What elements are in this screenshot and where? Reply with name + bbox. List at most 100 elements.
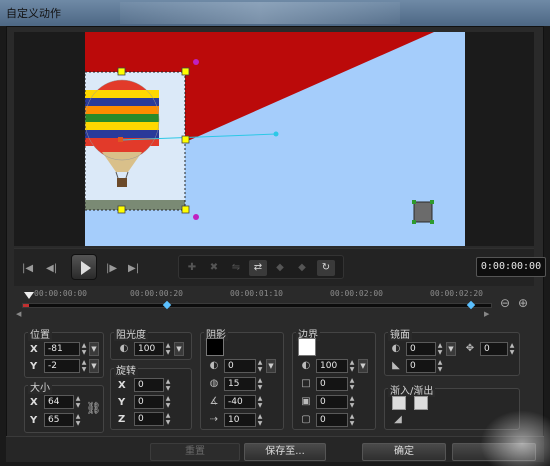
border-blur-icon: ▣ bbox=[301, 396, 311, 407]
spinner-arrows-icon[interactable]: ▲ ▼ bbox=[164, 395, 172, 409]
spinner-arrows-icon[interactable]: ▲ ▼ bbox=[80, 342, 88, 356]
preview-canvas bbox=[84, 32, 465, 246]
spinner-arrows-icon[interactable]: ▲ ▼ bbox=[348, 395, 356, 409]
target-placeholder[interactable] bbox=[413, 201, 433, 223]
rotation-y-input[interactable]: 0 bbox=[134, 395, 164, 409]
add-keyframe-icon[interactable]: ✚ bbox=[183, 260, 201, 276]
resize-handle-bottom-right[interactable] bbox=[181, 205, 190, 214]
size-x-input[interactable]: 64 bbox=[44, 395, 74, 409]
dropdown-icon[interactable]: ▼ bbox=[89, 359, 99, 373]
spinner-arrows-icon[interactable]: ▲ ▼ bbox=[74, 395, 82, 409]
save-to-button[interactable]: 保存至... bbox=[244, 443, 326, 461]
timeline-track[interactable] bbox=[22, 303, 492, 308]
border-value-4[interactable]: 0 bbox=[316, 413, 348, 427]
tick-label: 00:00:00:20 bbox=[130, 289, 183, 298]
go-to-end-icon[interactable]: ▶| bbox=[128, 260, 139, 276]
spinner-arrows-icon[interactable]: ▲ ▼ bbox=[80, 359, 88, 373]
dropdown-icon[interactable]: ▼ bbox=[174, 342, 184, 356]
size-y-input[interactable]: 65 bbox=[44, 413, 74, 427]
resize-handle-top[interactable] bbox=[117, 67, 126, 76]
fade-in-icon[interactable] bbox=[392, 396, 406, 410]
target-handle[interactable] bbox=[430, 200, 434, 204]
spinner-arrows-icon[interactable]: ▲ ▼ bbox=[436, 342, 444, 356]
anchor-point[interactable] bbox=[118, 137, 123, 142]
spinner-arrows-icon[interactable]: ▲ ▼ bbox=[164, 412, 172, 426]
playback-bar: |◀ ◀| |▶ ▶| ✚ ✖ ⇋ ⇄ ◆ ◆ ↻ 0:00:00:00 bbox=[14, 248, 546, 286]
mirror-label: 镜面 bbox=[388, 326, 412, 341]
target-handle[interactable] bbox=[412, 200, 416, 204]
shadow-value-2[interactable]: 15 bbox=[224, 377, 256, 391]
timeline[interactable]: 00:00:00:00 00:00:00:20 00:00:01:10 00:0… bbox=[14, 288, 534, 318]
next-keyframe-icon[interactable]: ◆ bbox=[293, 260, 311, 276]
title-bar: 自定义动作 bbox=[0, 0, 550, 26]
rotate-handle-bottom[interactable] bbox=[193, 214, 199, 220]
scroll-left-icon[interactable]: ◀ bbox=[16, 310, 21, 318]
resize-handle-right[interactable] bbox=[181, 135, 190, 144]
dropdown-icon[interactable]: ▼ bbox=[89, 342, 99, 356]
border-value-2[interactable]: 0 bbox=[316, 377, 348, 391]
border-color-swatch[interactable] bbox=[298, 338, 316, 356]
fade-in-slider-icon[interactable]: ◢ bbox=[392, 414, 404, 426]
dropdown-icon[interactable]: ▼ bbox=[446, 342, 456, 356]
spinner-arrows-icon[interactable]: ▲ ▼ bbox=[164, 342, 172, 356]
resize-handle-top-right[interactable] bbox=[181, 67, 190, 76]
loop-icon[interactable]: ↻ bbox=[317, 260, 335, 276]
target-handle[interactable] bbox=[412, 220, 416, 224]
rotate-handle-top[interactable] bbox=[193, 59, 199, 65]
delete-keyframe-icon[interactable]: ✖ bbox=[205, 260, 223, 276]
mirror-value-3[interactable]: 0 bbox=[480, 342, 508, 356]
shadow-opacity-icon: ◐ bbox=[209, 360, 219, 371]
spinner-arrows-icon[interactable]: ▲ ▼ bbox=[164, 378, 172, 392]
shadow-value-3[interactable]: -40 bbox=[224, 395, 256, 409]
fade-out-icon[interactable] bbox=[414, 396, 428, 410]
play-button[interactable] bbox=[71, 254, 97, 280]
spinner-arrows-icon[interactable]: ▲ ▼ bbox=[348, 413, 356, 427]
mirror-value-2[interactable]: 0 bbox=[406, 359, 436, 373]
shadow-color-swatch[interactable] bbox=[206, 338, 224, 356]
border-value-1[interactable]: 100 bbox=[316, 359, 348, 373]
position-x-input[interactable]: -81 bbox=[44, 342, 80, 356]
mirror-fade-icon: ◣ bbox=[392, 360, 400, 371]
playhead[interactable] bbox=[24, 292, 34, 299]
mirror-value-1[interactable]: 0 bbox=[406, 342, 436, 356]
opacity-input[interactable]: 100 bbox=[134, 342, 164, 356]
border-value-3[interactable]: 0 bbox=[316, 395, 348, 409]
spinner-arrows-icon[interactable]: ▲ ▼ bbox=[256, 395, 264, 409]
prev-keyframe-icon[interactable]: ◆ bbox=[271, 260, 289, 276]
go-to-start-icon[interactable]: |◀ bbox=[22, 260, 33, 276]
spinner-arrows-icon[interactable]: ▲ ▼ bbox=[348, 359, 356, 373]
position-y-input[interactable]: -2 bbox=[44, 359, 80, 373]
shadow-value-4[interactable]: 10 bbox=[224, 413, 256, 427]
zoom-out-icon[interactable]: ⊖ bbox=[500, 296, 510, 310]
spinner-arrows-icon[interactable]: ▲ ▼ bbox=[348, 377, 356, 391]
dropdown-icon[interactable]: ▼ bbox=[358, 359, 368, 373]
spinner-arrows-icon[interactable]: ▲ ▼ bbox=[436, 359, 444, 373]
previous-frame-icon[interactable]: ◀| bbox=[46, 260, 57, 276]
spinner-arrows-icon[interactable]: ▲ ▼ bbox=[74, 413, 82, 427]
spinner-arrows-icon[interactable]: ▲ ▼ bbox=[256, 413, 264, 427]
ok-button[interactable]: 确定 bbox=[362, 443, 446, 461]
rotation-z-input[interactable]: 0 bbox=[134, 412, 164, 426]
spinner-arrows-icon[interactable]: ▲ ▼ bbox=[256, 377, 264, 391]
shadow-value-1[interactable]: 0 bbox=[224, 359, 256, 373]
dropdown-icon[interactable]: ▼ bbox=[266, 359, 276, 373]
timecode-display[interactable]: 0:00:00:00 bbox=[476, 257, 546, 277]
preview-area[interactable] bbox=[14, 32, 534, 246]
link-icon[interactable]: ⛓ bbox=[86, 402, 101, 414]
border-width-icon: □ bbox=[301, 378, 311, 389]
shadow-distance-icon: ⇢ bbox=[209, 414, 219, 425]
scroll-right-icon[interactable]: ▶ bbox=[484, 310, 489, 318]
reset-button[interactable]: 重置 bbox=[150, 443, 240, 461]
rotation-x-label: X bbox=[118, 380, 126, 391]
target-handle[interactable] bbox=[430, 220, 434, 224]
fade-label: 渐入/渐出 bbox=[388, 382, 436, 397]
motion-end-point[interactable] bbox=[273, 131, 279, 137]
next-frame-icon[interactable]: |▶ bbox=[106, 260, 117, 276]
zoom-in-icon[interactable]: ⊕ bbox=[518, 296, 528, 310]
spinner-arrows-icon[interactable]: ▲ ▼ bbox=[256, 359, 264, 373]
rotation-x-input[interactable]: 0 bbox=[134, 378, 164, 392]
flip-keyframe-icon[interactable]: ⇋ bbox=[227, 260, 245, 276]
reverse-keyframes-icon[interactable]: ⇄ bbox=[249, 260, 267, 276]
resize-handle-bottom[interactable] bbox=[117, 205, 126, 214]
spinner-arrows-icon[interactable]: ▲ ▼ bbox=[508, 342, 516, 356]
